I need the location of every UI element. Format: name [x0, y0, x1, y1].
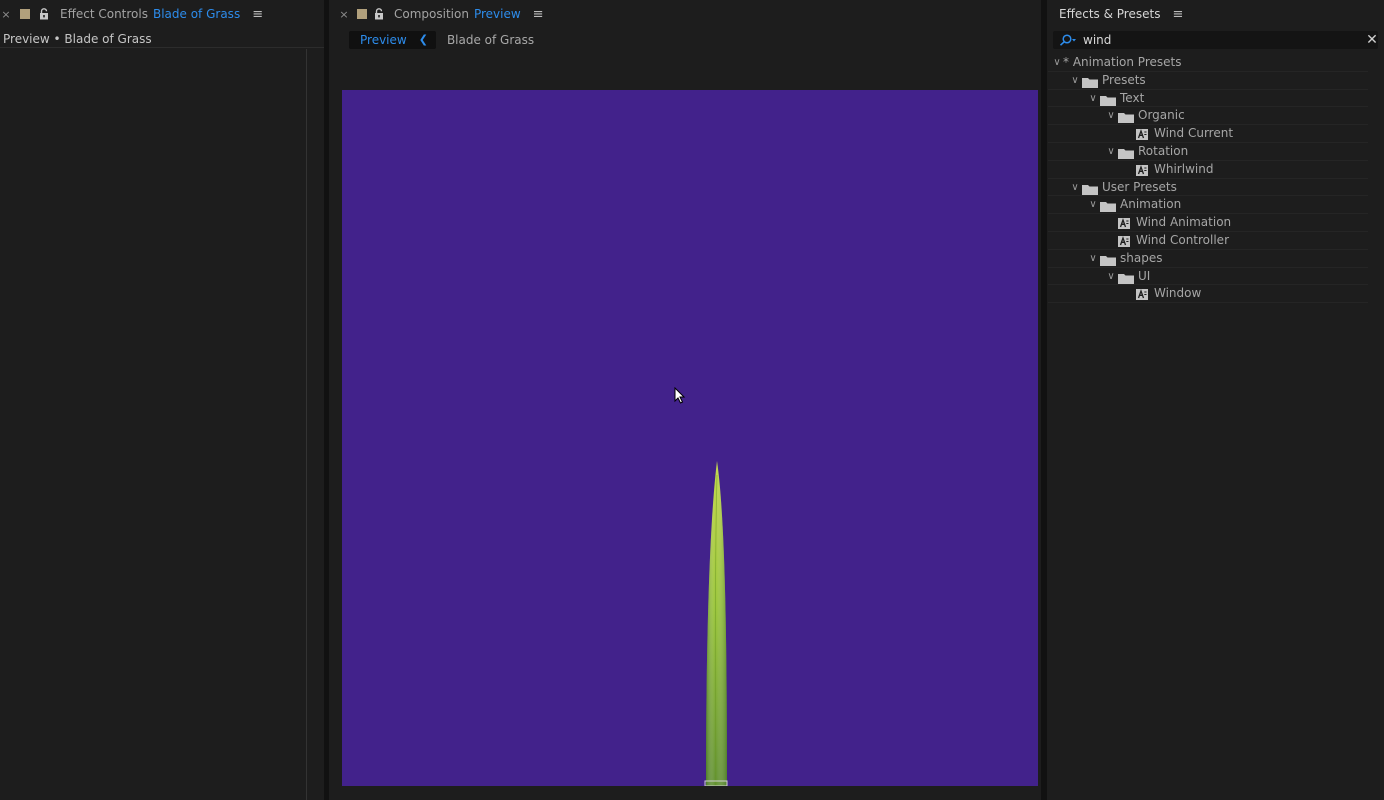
close-icon[interactable]: ×: [338, 8, 350, 21]
tree-folder-item[interactable]: ∨ * Animation Presets: [1048, 54, 1368, 72]
chevron-down-icon[interactable]: ∨: [1070, 72, 1080, 90]
tree-folder-item[interactable]: ∨ Rotation: [1048, 143, 1368, 161]
tree-item-label: shapes: [1120, 250, 1163, 265]
clear-search-icon[interactable]: ✕: [1364, 32, 1380, 48]
effects-presets-tab[interactable]: Effects & Presets ≡: [1047, 0, 1384, 28]
effects-presets-tree: ∨ * Animation Presets ∨ Presets ∨ Text ∨ Organi…: [1048, 54, 1368, 306]
tree-item-label: Animation: [1120, 197, 1182, 212]
tree-preset-item[interactable]: Whirlwind: [1048, 161, 1368, 179]
label-color-swatch[interactable]: [357, 9, 367, 19]
label-color-swatch[interactable]: [20, 9, 30, 19]
tree-preset-item[interactable]: Wind Current: [1048, 125, 1368, 143]
tree-item-label: UI: [1138, 268, 1151, 283]
tree-item-label: Wind Controller: [1136, 232, 1229, 247]
close-icon[interactable]: ×: [0, 8, 12, 21]
comp-nav-preview[interactable]: Preview ❮: [349, 31, 436, 49]
search-icon[interactable]: [1059, 34, 1077, 46]
tab-composition-name[interactable]: Preview: [474, 7, 521, 21]
chevron-down-icon[interactable]: ∨: [1088, 250, 1098, 268]
tree-folder-item[interactable]: ∨ Presets: [1048, 72, 1368, 90]
comp-nav-preview-label: Preview: [360, 33, 407, 47]
composition-tab[interactable]: × Composition Preview ≡: [329, 0, 1041, 28]
tree-item-label: * Animation Presets: [1063, 55, 1182, 69]
search-input[interactable]: wind: [1083, 33, 1111, 47]
effect-controls-body: [0, 49, 307, 800]
tree-item-label: Wind Current: [1154, 126, 1234, 141]
panel-title: Effects & Presets: [1059, 7, 1161, 21]
composition-navigator: Preview ❮ Blade of Grass: [349, 31, 534, 49]
tree-item-label: Organic: [1138, 108, 1185, 123]
chevron-left-icon: ❮: [418, 33, 428, 46]
lock-icon[interactable]: [372, 7, 386, 21]
tab-label: Effect Controls: [60, 7, 148, 21]
composition-viewer[interactable]: [342, 90, 1038, 786]
canvas-background: [342, 90, 1038, 786]
tab-label: Composition: [394, 7, 469, 21]
effects-search-field[interactable]: wind ✕: [1053, 31, 1378, 49]
tree-folder-item[interactable]: ∨ UI: [1048, 268, 1368, 286]
tree-preset-item[interactable]: Wind Controller: [1048, 232, 1368, 250]
tree-preset-item[interactable]: Wind Animation: [1048, 214, 1368, 232]
tree-folder-item[interactable]: ∨ User Presets: [1048, 179, 1368, 197]
tab-layer-name[interactable]: Blade of Grass: [153, 7, 240, 21]
animation-preset-icon: [1136, 288, 1148, 306]
chevron-down-icon[interactable]: ∨: [1106, 268, 1116, 286]
chevron-down-icon[interactable]: ∨: [1070, 179, 1080, 197]
tree-item-label: Whirlwind: [1154, 161, 1214, 176]
chevron-down-icon[interactable]: ∨: [1088, 196, 1098, 214]
tree-item-label: Rotation: [1138, 143, 1189, 158]
panel-menu-icon[interactable]: ≡: [1172, 7, 1183, 22]
effect-controls-tab[interactable]: × Effect Controls Blade of Grass ≡: [0, 0, 324, 28]
chevron-down-icon[interactable]: ∨: [1106, 143, 1116, 161]
tree-item-label: User Presets: [1102, 179, 1177, 194]
effects-presets-panel: Effects & Presets ≡ wind ✕ ∨ * Animation …: [1047, 0, 1384, 800]
effect-controls-subheader: Preview • Blade of Grass: [0, 30, 324, 48]
tree-folder-item[interactable]: ∨ shapes: [1048, 250, 1368, 268]
chevron-down-icon[interactable]: ∨: [1052, 54, 1062, 72]
lock-icon[interactable]: [37, 7, 51, 21]
composition-panel: × Composition Preview ≡ Preview ❮ Blade …: [329, 0, 1041, 800]
panel-menu-icon[interactable]: ≡: [533, 7, 544, 22]
effect-controls-panel: × Effect Controls Blade of Grass ≡ Previ…: [0, 0, 324, 800]
mouse-cursor-icon: [674, 387, 686, 404]
comp-nav-blade-of-grass[interactable]: Blade of Grass: [447, 33, 534, 47]
tree-item-label: Window: [1154, 286, 1202, 301]
tree-folder-item[interactable]: ∨ Organic: [1048, 107, 1368, 126]
tree-preset-item[interactable]: Window: [1048, 285, 1368, 306]
chevron-down-icon[interactable]: ∨: [1106, 107, 1116, 125]
tree-folder-item[interactable]: ∨ Text: [1048, 90, 1368, 108]
tree-folder-item[interactable]: ∨ Animation: [1048, 196, 1368, 215]
chevron-down-icon[interactable]: ∨: [1088, 90, 1098, 108]
composition-canvas[interactable]: [342, 90, 1038, 786]
panel-menu-icon[interactable]: ≡: [252, 7, 263, 22]
tree-item-label: Wind Animation: [1136, 215, 1232, 230]
tree-item-label: Text: [1120, 90, 1145, 105]
tree-item-label: Presets: [1102, 72, 1146, 87]
